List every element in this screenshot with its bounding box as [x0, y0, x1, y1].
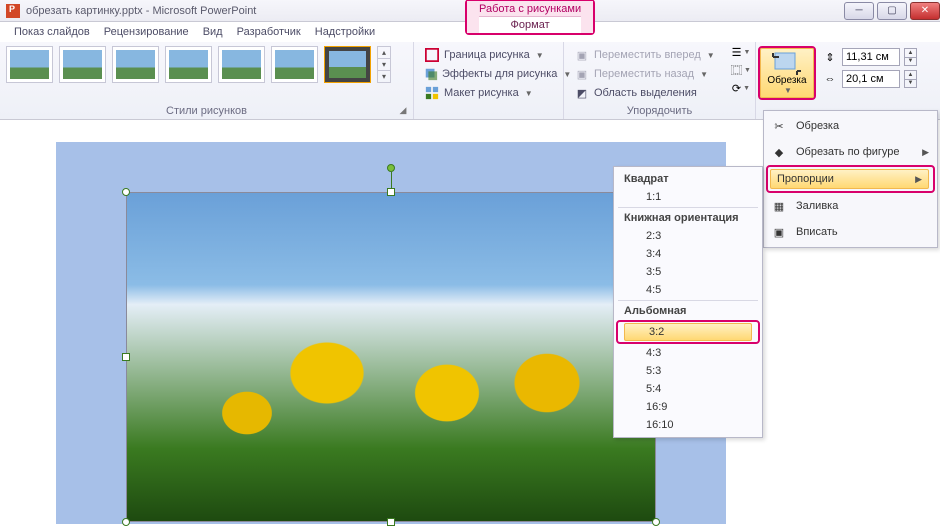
- crop-split-button[interactable]: Обрезка ▼: [758, 46, 816, 100]
- aspect-2-3[interactable]: 2:3: [616, 227, 760, 245]
- aspect-4-3[interactable]: 4:3: [616, 344, 760, 362]
- contextual-title: Работа с рисунками: [479, 3, 581, 15]
- height-spinner[interactable]: ▲▼: [904, 48, 917, 66]
- app-name: Microsoft PowerPoint: [152, 5, 256, 17]
- aspect-heading-square: Квадрат: [616, 170, 760, 188]
- width-input[interactable]: [842, 70, 900, 88]
- group-label: Упорядочить: [570, 105, 749, 117]
- width-spinner[interactable]: ▲▼: [904, 70, 917, 88]
- group-arrange: ▣ Переместить вперед▼ ▣ Переместить наза…: [564, 42, 756, 119]
- fill-icon: ▦: [770, 197, 788, 215]
- style-thumb[interactable]: [271, 46, 318, 83]
- doc-name: обрезать картинку.pptx: [26, 5, 143, 17]
- aspect-heading-landscape: Альбомная: [616, 302, 760, 320]
- aspect-ratio-submenu: Квадрат 1:1 Книжная ориентация 2:3 3:4 3…: [613, 166, 763, 438]
- style-thumb[interactable]: [59, 46, 106, 83]
- crop-icon: [771, 51, 803, 75]
- shape-icon: ◆: [770, 143, 788, 161]
- gallery-scroll[interactable]: ▴▾▾: [377, 46, 391, 83]
- rotate-handle[interactable]: [387, 164, 395, 172]
- rotate-icon[interactable]: ⟳▼: [733, 80, 749, 96]
- aspect-16-10[interactable]: 16:10: [616, 416, 760, 434]
- tab-review[interactable]: Рецензирование: [104, 26, 189, 38]
- ribbon: ▴▾▾ Стили рисунков ◢ Граница рисунка▼ Эф…: [0, 42, 940, 120]
- menu-aspect-ratio[interactable]: Пропорции ▶: [766, 165, 935, 193]
- selection-pane-button[interactable]: ◩ Область выделения: [570, 84, 749, 102]
- selection-icon: ◩: [574, 85, 590, 101]
- picture-daffodils[interactable]: [126, 192, 656, 522]
- aspect-5-4[interactable]: 5:4: [616, 380, 760, 398]
- aspect-5-3[interactable]: 5:3: [616, 362, 760, 380]
- aspect-3-5[interactable]: 3:5: [616, 263, 760, 281]
- menu-crop[interactable]: ✂ Обрезка: [766, 113, 935, 139]
- style-thumb[interactable]: [6, 46, 53, 83]
- picture-effects-button[interactable]: Эффекты для рисунка▼: [420, 65, 557, 83]
- crop-icon: ✂: [770, 117, 788, 135]
- maximize-button[interactable]: ▢: [877, 2, 907, 20]
- minimize-button[interactable]: ─: [844, 2, 874, 20]
- crop-dropdown-menu: ✂ Обрезка ◆ Обрезать по фигуре ▶ Пропорц…: [763, 110, 938, 248]
- style-thumb-selected[interactable]: [324, 46, 371, 83]
- title-bar: обрезать картинку.pptx - Microsoft Power…: [0, 0, 940, 22]
- height-icon: ⇕: [822, 49, 838, 65]
- border-icon: [424, 47, 440, 63]
- fit-icon: ▣: [770, 223, 788, 241]
- resize-handle[interactable]: [122, 518, 130, 526]
- contextual-tab-group: Работа с рисунками Формат: [465, 0, 595, 35]
- align-icon[interactable]: ☰▼: [733, 44, 749, 60]
- submenu-arrow-icon: ▶: [922, 147, 929, 158]
- menu-fill[interactable]: ▦ Заливка: [766, 193, 935, 219]
- submenu-arrow-icon: ▶: [915, 174, 922, 185]
- style-thumb[interactable]: [218, 46, 265, 83]
- group-icon[interactable]: ⿴▼: [733, 62, 749, 78]
- send-backward-button[interactable]: ▣ Переместить назад▼: [570, 65, 749, 83]
- tab-slideshow[interactable]: Показ слайдов: [14, 26, 90, 38]
- width-icon: ⇔: [822, 71, 838, 87]
- picture-styles-gallery[interactable]: ▴▾▾: [6, 46, 407, 83]
- dialog-launcher-icon[interactable]: ◢: [397, 104, 409, 116]
- tab-addins[interactable]: Надстройки: [315, 26, 375, 38]
- picture-layout-button[interactable]: Макет рисунка▼: [420, 84, 557, 102]
- close-button[interactable]: ✕: [910, 2, 940, 20]
- aspect-3-2[interactable]: 3:2: [616, 320, 760, 344]
- aspect-4-5[interactable]: 4:5: [616, 281, 760, 299]
- style-thumb[interactable]: [112, 46, 159, 83]
- aspect-heading-portrait: Книжная ориентация: [616, 209, 760, 227]
- resize-handle[interactable]: [122, 353, 130, 361]
- effects-icon: [424, 66, 438, 82]
- window-title: обрезать картинку.pptx - Microsoft Power…: [0, 4, 256, 18]
- tab-format[interactable]: Формат: [479, 16, 581, 33]
- menu-fit[interactable]: ▣ Вписать: [766, 219, 935, 245]
- height-control[interactable]: ⇕ ▲▼: [822, 48, 917, 66]
- resize-handle[interactable]: [122, 188, 130, 196]
- bring-forward-icon: ▣: [574, 47, 590, 63]
- aspect-3-4[interactable]: 3:4: [616, 245, 760, 263]
- menu-crop-to-shape[interactable]: ◆ Обрезать по фигуре ▶: [766, 139, 935, 165]
- window-controls: ─ ▢ ✕: [841, 2, 940, 20]
- bring-forward-button[interactable]: ▣ Переместить вперед▼: [570, 46, 749, 64]
- group-size: Обрезка ▼ ⇕ ▲▼ ⇔ ▲▼: [756, 42, 923, 119]
- powerpoint-icon: [6, 4, 20, 18]
- layout-icon: [424, 85, 440, 101]
- group-picture-format: Граница рисунка▼ Эффекты для рисунка▼ Ма…: [414, 42, 564, 119]
- group-picture-styles: ▴▾▾ Стили рисунков ◢: [0, 42, 414, 119]
- resize-handle[interactable]: [387, 518, 395, 526]
- picture-selection[interactable]: [126, 192, 656, 522]
- group-label: Стили рисунков: [6, 105, 407, 117]
- aspect-16-9[interactable]: 16:9: [616, 398, 760, 416]
- resize-handle[interactable]: [652, 518, 660, 526]
- width-control[interactable]: ⇔ ▲▼: [822, 70, 917, 88]
- tab-developer[interactable]: Разработчик: [237, 26, 301, 38]
- tab-view[interactable]: Вид: [203, 26, 223, 38]
- send-backward-icon: ▣: [574, 66, 590, 82]
- resize-handle[interactable]: [387, 188, 395, 196]
- style-thumb[interactable]: [165, 46, 212, 83]
- height-input[interactable]: [842, 48, 900, 66]
- aspect-1-1[interactable]: 1:1: [616, 188, 760, 206]
- picture-border-button[interactable]: Граница рисунка▼: [420, 46, 557, 64]
